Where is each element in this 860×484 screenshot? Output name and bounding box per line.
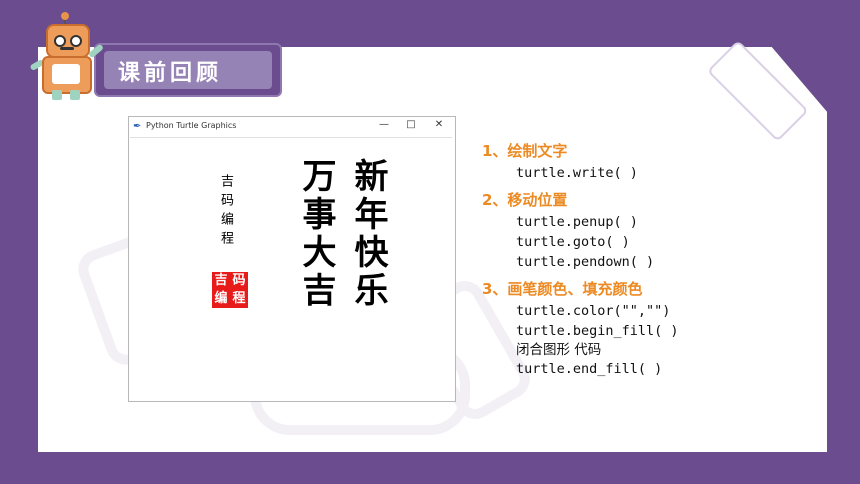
code-line: turtle.penup( ) xyxy=(516,214,638,230)
code-line: turtle.pendown( ) xyxy=(516,254,655,270)
code-line: turtle.write( ) xyxy=(516,165,638,181)
turtle-canvas: 新年快乐 万事大吉 吉码编程 吉 码 编 程 xyxy=(130,137,452,400)
seal-char: 编 xyxy=(214,291,228,306)
calligraphy-all-good: 万事大吉 xyxy=(296,158,336,310)
note-heading-write: 1、绘制文字 xyxy=(482,142,568,160)
minimize-button[interactable]: — xyxy=(377,119,391,130)
seal-char: 码 xyxy=(232,273,246,288)
code-line: turtle.color("","") xyxy=(516,303,671,319)
title-badge: 课前回顾 xyxy=(94,43,282,97)
code-line: turtle.begin_fill( ) xyxy=(516,323,679,339)
note-heading-move: 2、移动位置 xyxy=(482,191,568,209)
slide-title: 课前回顾 xyxy=(118,61,223,86)
window-title: Python Turtle Graphics xyxy=(146,121,237,130)
code-line: turtle.end_fill( ) xyxy=(516,361,663,377)
python-feather-icon: ✒ xyxy=(133,121,142,132)
close-button[interactable]: ✕ xyxy=(432,119,446,130)
maximize-button[interactable]: □ xyxy=(404,119,418,130)
calligraphy-new-year: 新年快乐 xyxy=(348,158,388,310)
window-titlebar: ✒ Python Turtle Graphics — □ ✕ xyxy=(129,117,455,137)
code-comment: 闭合图形 代码 xyxy=(516,342,602,358)
turtle-graphics-window: ✒ Python Turtle Graphics — □ ✕ 新年快乐 万事大吉… xyxy=(128,116,456,402)
robot-mascot-icon xyxy=(28,12,108,100)
seal-char: 吉 xyxy=(214,273,228,288)
review-notes: 1、绘制文字 turtle.write( ) 2、移动位置 turtle.pen… xyxy=(482,140,822,379)
signature-text: 吉码编程 xyxy=(218,174,233,250)
red-seal-stamp: 吉 码 编 程 xyxy=(212,272,248,308)
note-heading-color: 3、画笔颜色、填充颜色 xyxy=(482,280,643,298)
seal-char: 程 xyxy=(232,291,246,306)
code-line: turtle.goto( ) xyxy=(516,234,630,250)
